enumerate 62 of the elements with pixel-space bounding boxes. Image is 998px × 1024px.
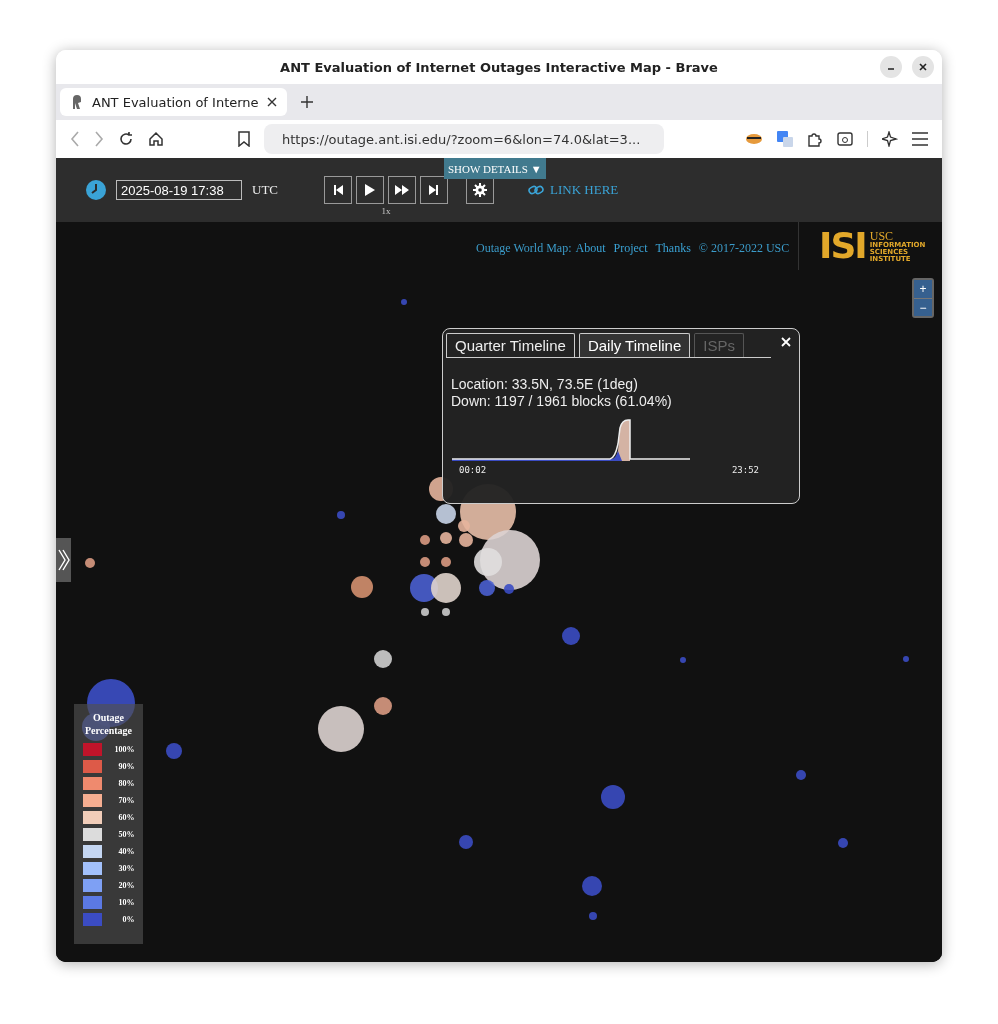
new-tab-icon[interactable]: [300, 96, 313, 108]
legend-label: 70%: [117, 796, 135, 805]
favicon-icon: [70, 94, 84, 110]
menu-icon[interactable]: [912, 132, 928, 146]
extension-icon[interactable]: [745, 132, 763, 146]
legend-label: 10%: [117, 898, 135, 907]
footer-link[interactable]: Project: [613, 241, 648, 256]
legend-label: 60%: [117, 813, 135, 822]
gear-icon: [473, 183, 487, 197]
reader-icon[interactable]: [837, 131, 853, 147]
end-time-label: 23:52: [731, 465, 759, 475]
skip-back-icon: [333, 185, 343, 195]
close-button[interactable]: [912, 56, 934, 78]
reload-icon[interactable]: [118, 131, 134, 147]
legend-label: 30%: [117, 864, 135, 873]
minimize-button[interactable]: [880, 56, 902, 78]
zoom-button[interactable]: −: [914, 298, 932, 316]
close-icon[interactable]: [266, 97, 277, 107]
skip-forward-button[interactable]: [420, 176, 448, 204]
legend-title: Outage Percentage: [84, 712, 133, 737]
legend-label: 90%: [117, 762, 135, 771]
date-field[interactable]: 2025-08-19 17:38: [116, 180, 242, 200]
logo-text: USC: [869, 229, 894, 242]
panel-toggle-button[interactable]: [56, 538, 71, 582]
start-time-label: 00:02: [459, 465, 487, 475]
legend-label: 0%: [121, 915, 135, 924]
legend-label: 20%: [117, 881, 135, 890]
timeline-tab[interactable]: Daily Timeline: [578, 333, 691, 357]
sparkle-icon[interactable]: [882, 131, 898, 147]
fast-forward-button[interactable]: [388, 176, 416, 204]
translate-icon[interactable]: [777, 131, 793, 147]
link-here-link[interactable]: LINK HERE: [528, 182, 619, 198]
close-icon: [918, 62, 928, 72]
browser-tab[interactable]: ANT Evaluation of Interne: [60, 88, 287, 116]
footer-text: © 2017-2022 USC: [698, 241, 790, 256]
footer-link[interactable]: About: [575, 241, 606, 256]
home-icon[interactable]: [148, 131, 164, 147]
location-text: Location: 33.5N, 73.5E (1deg): [451, 376, 639, 393]
legend-label: 40%: [117, 847, 135, 856]
window-title: ANT Evaluation of Internet Outages Interactive Map - Brave: [280, 59, 718, 75]
show-details-button[interactable]: SHOW DETAILS ▼: [444, 158, 546, 179]
logo-mark: ISI: [819, 228, 866, 264]
puzzle-icon[interactable]: [807, 131, 823, 147]
zoom-button[interactable]: +: [914, 280, 932, 298]
footer-link[interactable]: Thanks: [655, 241, 691, 256]
fast-forward-icon: [395, 185, 409, 195]
link-icon: [528, 184, 544, 196]
timezone-label: UTC: [252, 182, 278, 198]
bookmark-icon[interactable]: [238, 131, 250, 147]
timeline-tab[interactable]: Quarter Timeline: [446, 333, 575, 357]
down-blocks-text: Down: 1197 / 1961 blocks (61.04%): [451, 393, 673, 410]
play-icon: [365, 184, 375, 196]
clock-icon: [86, 180, 106, 200]
legend-label: 100%: [113, 745, 135, 754]
skip-back-button[interactable]: [324, 176, 352, 204]
address-bar[interactable]: https://outage.ant.isi.edu/?zoom=6&lon=74.0&lat=3...: [264, 124, 664, 154]
legend-label: 50%: [117, 830, 135, 839]
legend-label: 80%: [117, 779, 135, 788]
play-button[interactable]: [356, 176, 384, 204]
speed-label: 1x: [381, 206, 391, 216]
footer-text: Outage World Map:: [476, 241, 572, 256]
skip-forward-icon: [429, 185, 439, 195]
